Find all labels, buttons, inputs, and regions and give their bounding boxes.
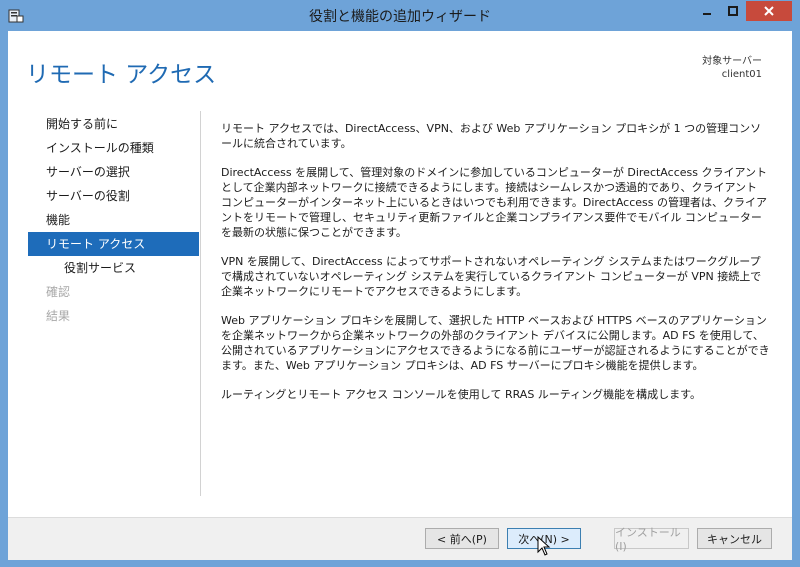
window-title: 役割と機能の追加ウィザード — [309, 9, 491, 25]
nav-item-server-selection[interactable]: サーバーの選択 — [28, 160, 199, 184]
mouse-cursor-icon — [537, 536, 551, 556]
nav-item-server-roles[interactable]: サーバーの役割 — [28, 184, 199, 208]
minimize-icon — [703, 13, 711, 15]
nav-item-results: 結果 — [46, 309, 71, 323]
description-paragraph: ルーティングとリモート アクセス コンソールを使用して RRAS ルーティング機… — [221, 388, 702, 401]
title-bar[interactable]: 役割と機能の追加ウィザード — [0, 0, 800, 31]
description-paragraph: Web アプリケーション プロキシを展開して、選択した HTTP ベースおよび … — [221, 314, 770, 372]
page-title: リモート アクセス — [26, 62, 217, 88]
description-paragraph: VPN を展開して、DirectAccess によってサポートされないオペレーテ… — [221, 255, 762, 298]
back-button[interactable]: < 前へ(P) — [425, 528, 499, 549]
nav-item-role-services[interactable]: 役割サービス — [28, 256, 199, 280]
wizard-footer: < 前へ(P) 次へ(N) > インストール(I) キャンセル — [8, 517, 792, 560]
description-paragraph: リモート アクセスでは、DirectAccess、VPN、および Web アプリ… — [221, 122, 762, 150]
nav-item-before-you-begin[interactable]: 開始する前に — [28, 112, 199, 136]
nav-item-confirmation: 確認 — [46, 285, 71, 299]
description-paragraph: DirectAccess を展開して、管理対象のドメインに参加しているコンピュー… — [221, 166, 768, 239]
nav-item-remote-access[interactable]: リモート アクセス — [28, 232, 199, 256]
description-content: リモート アクセスでは、DirectAccess、VPN、および Web アプリ… — [221, 121, 771, 416]
wizard-window: 役割と機能の追加ウィザード リモート アクセス 対象サーバー client01 … — [0, 0, 800, 567]
minimize-button[interactable] — [694, 1, 720, 21]
cancel-button[interactable]: キャンセル — [697, 528, 772, 549]
nav-item-features[interactable]: 機能 — [28, 208, 199, 232]
close-button[interactable] — [746, 1, 792, 21]
target-server-label: 対象サーバー — [702, 56, 762, 67]
close-icon — [764, 6, 774, 16]
install-button: インストール(I) — [614, 526, 689, 553]
nav-item-installation-type[interactable]: インストールの種類 — [28, 136, 199, 160]
maximize-icon — [728, 6, 738, 16]
maximize-button[interactable] — [720, 1, 746, 21]
target-server-info: 対象サーバー client01 — [702, 55, 762, 81]
target-server-name: client01 — [721, 69, 762, 80]
wizard-client-area: リモート アクセス 対象サーバー client01 開始する前に インストールの… — [8, 31, 792, 560]
nav-divider — [200, 111, 201, 496]
wizard-nav: 開始する前に インストールの種類 サーバーの選択 サーバーの役割 機能 リモート… — [28, 112, 199, 328]
